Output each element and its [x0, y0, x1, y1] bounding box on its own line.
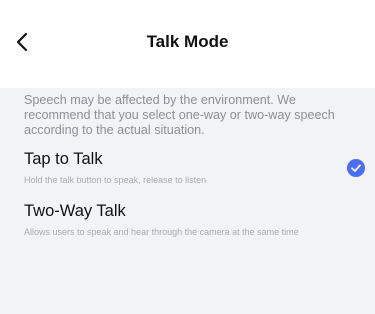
- nav-bar: Talk Mode: [0, 0, 375, 88]
- option-subtitle: Allows users to speak and hear through t…: [24, 227, 299, 237]
- option-title: Two-Way Talk: [24, 202, 126, 220]
- page-title: Talk Mode: [146, 32, 229, 51]
- option-title: Tap to Talk: [24, 150, 103, 168]
- option-subtitle: Hold the talk button to speak, release t…: [24, 175, 207, 185]
- option-two-way-talk[interactable]: Two-Way Talk Allows users to speak and h…: [0, 202, 375, 246]
- description-text: Speech may be affected by the environmen…: [24, 93, 335, 137]
- option-tap-to-talk[interactable]: Tap to Talk Hold the talk button to spea…: [0, 150, 375, 194]
- check-circle-icon: [347, 159, 365, 177]
- talk-mode-content: Speech may be affected by the environmen…: [0, 88, 375, 314]
